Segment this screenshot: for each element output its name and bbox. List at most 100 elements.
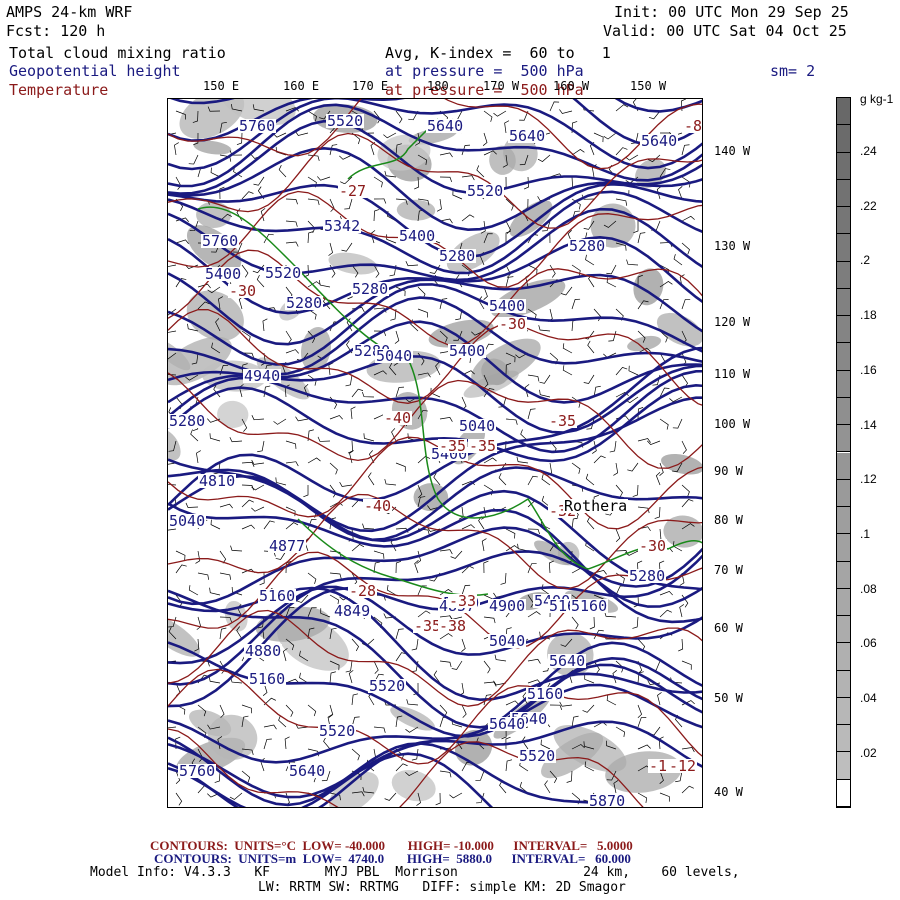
wind-barb: [439, 417, 453, 422]
wind-barb: [208, 676, 221, 684]
colorbar-segment: [837, 752, 850, 780]
height-label: 5280: [285, 294, 324, 312]
wind-barb: [384, 792, 397, 801]
wind-barb: [307, 231, 314, 244]
cloud-area: [627, 335, 662, 352]
wind-barb: [659, 418, 669, 430]
wind-barb: [350, 406, 356, 420]
wind-barb: [329, 671, 336, 684]
height-label: 5040: [375, 347, 414, 365]
height-label: 5400: [398, 227, 437, 245]
wind-barb: [344, 198, 353, 210]
wind-barb: [209, 433, 221, 442]
model-info-line2: LW: RRTM SW: RRTMG DIFF: simple KM: 2D S…: [258, 880, 626, 895]
wind-barb: [681, 215, 695, 222]
wind-barb: [174, 142, 179, 156]
wind-barb: [537, 154, 551, 162]
height-label: 5280: [438, 247, 477, 265]
height-label: 5760: [238, 117, 277, 135]
temperature-label: -28: [348, 582, 378, 600]
wind-barb: [481, 538, 487, 552]
height-label: 5040: [488, 632, 527, 650]
wind-barb: [637, 792, 648, 803]
wind-barb: [451, 660, 463, 670]
wind-barb: [345, 374, 353, 387]
wind-barb: [230, 545, 243, 552]
latitude-label: 50 W: [714, 691, 743, 705]
colorbar-segment: [837, 343, 850, 371]
height-label: 5160: [570, 597, 609, 615]
wind-barb: [681, 298, 691, 310]
wind-barb: [657, 692, 662, 706]
colorbar-label: .06: [860, 636, 877, 651]
place-label-rothera: Rothera: [563, 497, 629, 515]
colorbar-segment: [837, 261, 850, 289]
wind-barb: [655, 472, 661, 486]
colorbar-segment: [837, 616, 850, 644]
wind-barb: [505, 700, 519, 706]
wind-barb: [395, 462, 406, 472]
wind-barb: [654, 506, 661, 519]
wind-barb: [241, 524, 255, 530]
colorbar-segment: [837, 179, 850, 208]
height-label: 5520: [326, 112, 365, 130]
wind-barb: [461, 704, 467, 718]
wind-barb: [571, 319, 578, 332]
smoothing: sm= 2: [770, 62, 816, 80]
wind-barb: [188, 585, 199, 596]
wind-barb: [362, 523, 375, 530]
wind-barb: [483, 560, 489, 574]
longitude-label: 150 E: [203, 79, 240, 93]
wind-barb: [615, 104, 629, 112]
wind-barb: [257, 440, 265, 453]
wind-barb: [571, 298, 581, 310]
latitude-label: 100 W: [714, 417, 751, 431]
wind-barb: [295, 131, 309, 136]
height-label: 5640: [508, 127, 547, 145]
height-label: 5520: [466, 182, 505, 200]
colorbar-segment: [837, 316, 850, 344]
temperature-label: -27: [338, 182, 368, 200]
wind-barb: [541, 474, 551, 486]
wind-barb: [461, 638, 466, 652]
wind-barb: [373, 550, 385, 559]
wind-barb: [632, 484, 639, 497]
colorbar-label: .2: [860, 253, 871, 268]
wind-barb: [613, 462, 619, 476]
wind-barb: [628, 365, 639, 376]
wind-barb: [593, 455, 606, 464]
wind-barb: [505, 528, 516, 539]
wind-barb: [681, 484, 690, 497]
height-contour: [168, 547, 702, 686]
latitude-label: 40 W: [714, 785, 743, 799]
wind-barb: [285, 330, 292, 344]
wind-barb: [395, 763, 408, 772]
field-temperature: Temperature: [9, 81, 109, 99]
wind-barb: [317, 176, 331, 181]
wind-barb: [439, 660, 452, 668]
wind-barb: [449, 792, 463, 799]
cloud-area: [396, 199, 436, 221]
wind-barb: [681, 440, 687, 454]
wind-barb: [363, 433, 375, 442]
height-label: 4940: [243, 367, 282, 385]
wind-barb: [209, 587, 221, 596]
wind-barb: [190, 429, 199, 442]
wind-barb: [284, 736, 290, 750]
latitude-label: 60 W: [714, 621, 743, 635]
colorbar-segment: [837, 98, 850, 126]
wind-barb: [362, 391, 375, 398]
wind-barb: [168, 726, 177, 729]
wind-barb: [395, 561, 402, 574]
wind-barb: [538, 325, 551, 332]
colorbar-segment: [837, 534, 850, 562]
wind-barb: [405, 261, 419, 267]
wind-barb: [647, 440, 661, 445]
height-label: 5280: [568, 237, 607, 255]
wind-barb: [386, 234, 397, 244]
wind-barb: [587, 340, 595, 354]
wind-barb: [278, 165, 287, 178]
wind-barb: [285, 349, 299, 354]
longitude-label: 160 E: [283, 79, 320, 93]
latitude-label: 130 W: [714, 239, 751, 253]
